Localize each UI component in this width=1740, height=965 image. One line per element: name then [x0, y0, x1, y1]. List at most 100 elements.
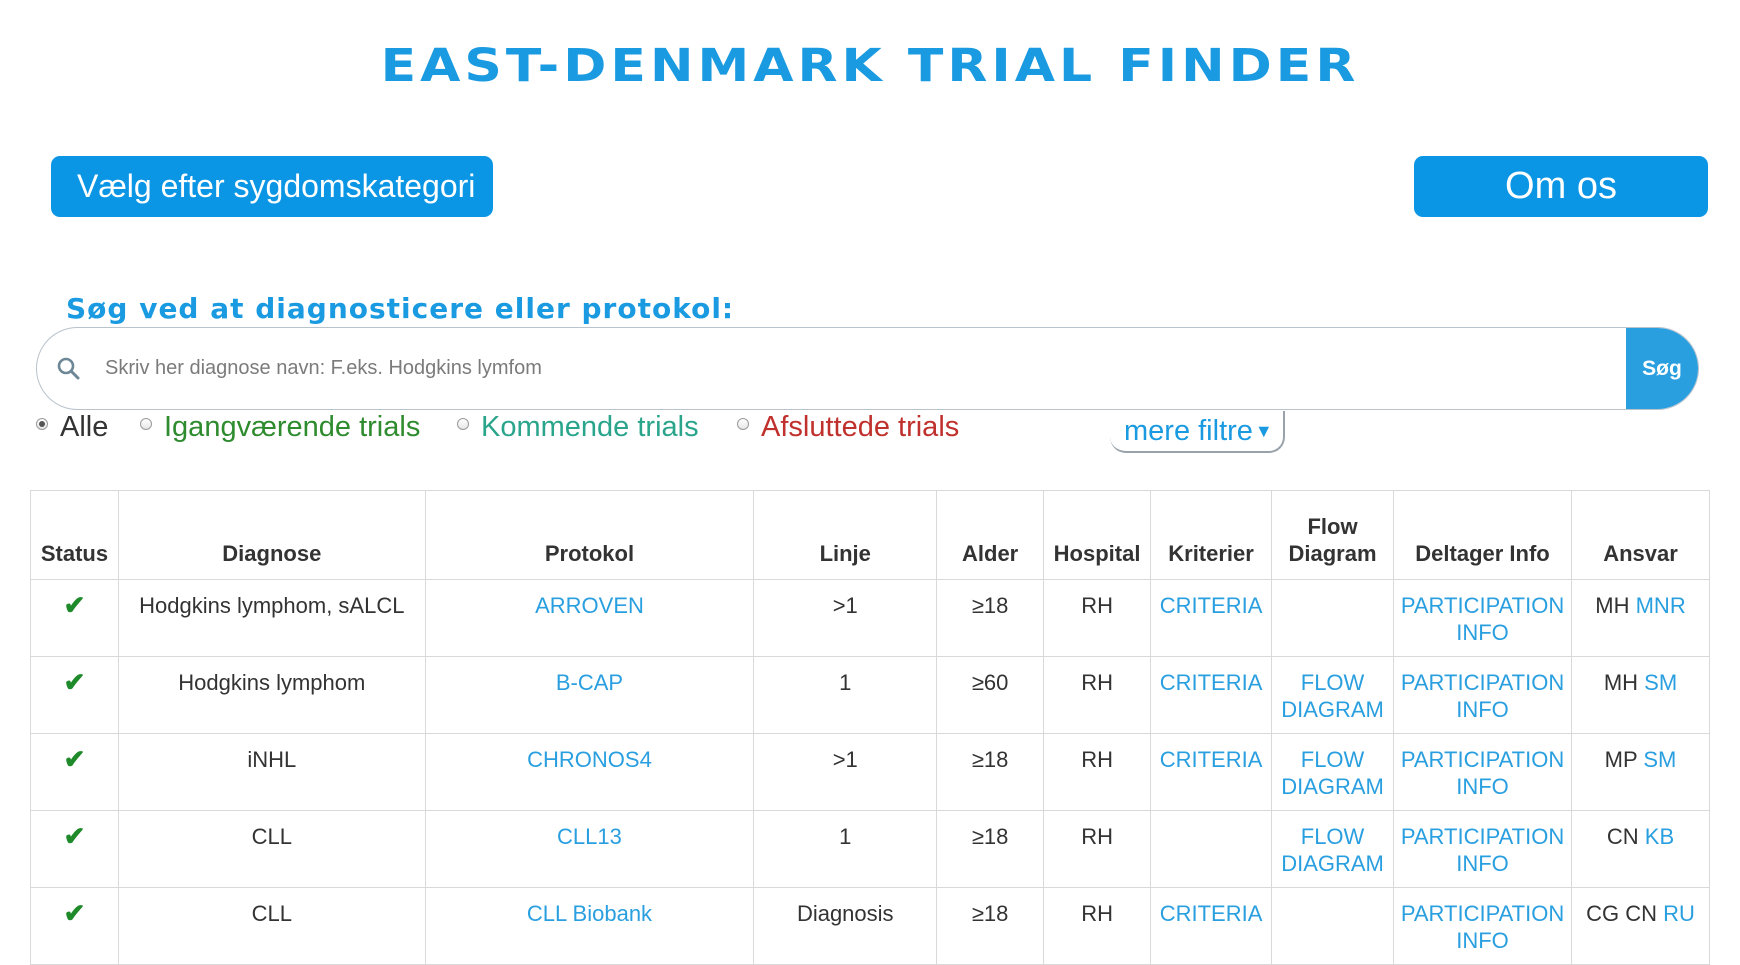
- protokol-cell: ARROVEN: [424, 579, 755, 657]
- status-cell: ✔: [30, 810, 119, 888]
- search-button[interactable]: Søg: [1626, 328, 1698, 409]
- filter-ongoing[interactable]: Igangværende trials: [140, 411, 420, 444]
- flow-diagram-link[interactable]: FLOW DIAGRAM: [1281, 747, 1384, 799]
- hospital-cell: RH: [1043, 733, 1152, 811]
- participation-cell: PARTICIPATION INFO: [1393, 579, 1572, 657]
- participation-info-link[interactable]: PARTICIPATION INFO: [1401, 747, 1564, 799]
- diagnose-cell: Hodgkins lymphom, sALCL: [117, 579, 426, 657]
- flow-link-line2: DIAGRAM: [1281, 774, 1384, 799]
- search-input[interactable]: [105, 328, 1625, 409]
- criteria-link[interactable]: CRITERIA: [1160, 747, 1263, 772]
- linje-cell: Diagnosis: [753, 887, 938, 965]
- ansvar-link[interactable]: RU: [1663, 901, 1695, 926]
- kriterier-cell: [1150, 810, 1273, 888]
- filter-completed[interactable]: Afsluttede trials: [737, 411, 959, 444]
- criteria-link[interactable]: CRITERIA: [1160, 901, 1263, 926]
- header-flow-line2: Diagram: [1288, 541, 1377, 566]
- linje-cell: 1: [753, 810, 938, 888]
- kriterier-cell: CRITERIA: [1150, 579, 1273, 657]
- participation-line2: INFO: [1456, 928, 1509, 953]
- protokol-cell: CLL Biobank: [424, 887, 755, 965]
- flow-cell: FLOW DIAGRAM: [1271, 656, 1395, 734]
- flow-link-line1: FLOW: [1300, 747, 1365, 772]
- header-diagnose: Diagnose: [117, 490, 426, 580]
- protokol-link[interactable]: ARROVEN: [535, 593, 644, 618]
- criteria-link[interactable]: CRITERIA: [1160, 593, 1263, 618]
- trials-table: Status Diagnose Protokol Linje Alder Hos…: [30, 490, 1710, 965]
- header-flow-line1: Flow: [1307, 514, 1358, 539]
- ansvar-link[interactable]: MNR: [1636, 593, 1686, 618]
- participation-info-link[interactable]: PARTICIPATION INFO: [1401, 593, 1564, 645]
- flow-link-line1: FLOW: [1300, 670, 1365, 695]
- ansvar-initials: MP: [1604, 747, 1638, 772]
- participation-line1: PARTICIPATION: [1400, 593, 1565, 618]
- protokol-cell: B-CAP: [424, 656, 755, 734]
- table-row: ✔ CLL CLL13 1 ≥18 RH FLOW DIAGRAM PARTICI…: [30, 810, 1710, 888]
- flow-cell: [1271, 579, 1395, 657]
- participation-line1: PARTICIPATION: [1400, 901, 1565, 926]
- filter-all[interactable]: Alle: [36, 411, 108, 444]
- participation-info-link[interactable]: PARTICIPATION INFO: [1401, 824, 1564, 876]
- diagnose-cell: Hodgkins lymphom: [117, 656, 426, 734]
- protokol-link[interactable]: B-CAP: [556, 670, 623, 695]
- criteria-link[interactable]: CRITERIA: [1160, 670, 1263, 695]
- flow-link-line2: DIAGRAM: [1281, 697, 1384, 722]
- radio-ongoing[interactable]: [140, 417, 152, 430]
- category-select-button[interactable]: Vælg efter sygdomskategori: [51, 156, 493, 217]
- more-filters-toggle[interactable]: mere filtre ▼: [1110, 411, 1285, 453]
- linje-cell: 1: [753, 656, 938, 734]
- alder-cell: ≥18: [936, 579, 1045, 657]
- ansvar-initials: MH: [1595, 593, 1630, 618]
- radio-all[interactable]: [36, 417, 48, 430]
- table-row: ✔ iNHL CHRONOS4 >1 ≥18 RH CRITERIA FLOW D…: [30, 733, 1710, 811]
- filter-ongoing-label: Igangværende trials: [164, 411, 421, 443]
- hospital-cell: RH: [1043, 656, 1152, 734]
- header-hospital: Hospital: [1043, 490, 1152, 580]
- protokol-link[interactable]: CHRONOS4: [527, 747, 652, 772]
- header-protokol: Protokol: [424, 490, 755, 580]
- diagnose-cell: iNHL: [117, 733, 426, 811]
- protokol-cell: CLL13: [424, 810, 755, 888]
- flow-cell: [1271, 887, 1395, 965]
- protokol-link[interactable]: CLL13: [557, 824, 622, 849]
- ansvar-cell: MH SM: [1571, 656, 1710, 734]
- protokol-cell: CHRONOS4: [424, 733, 755, 811]
- diagnose-cell: CLL: [117, 810, 426, 888]
- ansvar-cell: MP SM: [1571, 733, 1710, 811]
- linje-cell: >1: [753, 579, 938, 657]
- participation-line1: PARTICIPATION: [1400, 747, 1565, 772]
- about-us-button[interactable]: Om os: [1414, 156, 1708, 217]
- protokol-link[interactable]: CLL Biobank: [527, 901, 652, 926]
- header-alder: Alder: [936, 490, 1045, 580]
- ansvar-link[interactable]: SM: [1644, 670, 1677, 695]
- ansvar-link[interactable]: KB: [1645, 824, 1674, 849]
- alder-cell: ≥18: [936, 887, 1045, 965]
- flow-cell: FLOW DIAGRAM: [1271, 733, 1395, 811]
- status-cell: ✔: [30, 887, 119, 965]
- ansvar-initials: MH: [1603, 670, 1639, 695]
- kriterier-cell: CRITERIA: [1150, 733, 1273, 811]
- header-ansvar: Ansvar: [1571, 490, 1710, 580]
- header-linje: Linje: [753, 490, 938, 580]
- radio-completed[interactable]: [737, 417, 749, 430]
- header-status: Status: [30, 490, 119, 580]
- flow-diagram-link[interactable]: FLOW DIAGRAM: [1281, 824, 1384, 876]
- filter-all-label: Alle: [60, 411, 109, 443]
- ansvar-cell: CN KB: [1571, 810, 1710, 888]
- search-bar: Søg: [36, 327, 1699, 410]
- flow-link-line1: FLOW: [1300, 824, 1365, 849]
- participation-info-link[interactable]: PARTICIPATION INFO: [1401, 901, 1564, 953]
- header-kriterier: Kriterier: [1150, 490, 1273, 580]
- ansvar-link[interactable]: SM: [1643, 747, 1676, 772]
- filter-upcoming[interactable]: Kommende trials: [457, 411, 699, 444]
- header-flow-diagram: Flow Diagram: [1271, 490, 1395, 580]
- radio-upcoming[interactable]: [457, 417, 469, 430]
- table-row: ✔ CLL CLL Biobank Diagnosis ≥18 RH CRITE…: [30, 887, 1710, 965]
- participation-line2: INFO: [1456, 697, 1509, 722]
- participation-cell: PARTICIPATION INFO: [1393, 887, 1572, 965]
- participation-info-link[interactable]: PARTICIPATION INFO: [1401, 670, 1564, 722]
- table-row: ✔ Hodgkins lymphom B-CAP 1 ≥60 RH CRITER…: [30, 656, 1710, 734]
- flow-diagram-link[interactable]: FLOW DIAGRAM: [1281, 670, 1384, 722]
- ansvar-cell: CG CN RU: [1571, 887, 1710, 965]
- kriterier-cell: CRITERIA: [1150, 887, 1273, 965]
